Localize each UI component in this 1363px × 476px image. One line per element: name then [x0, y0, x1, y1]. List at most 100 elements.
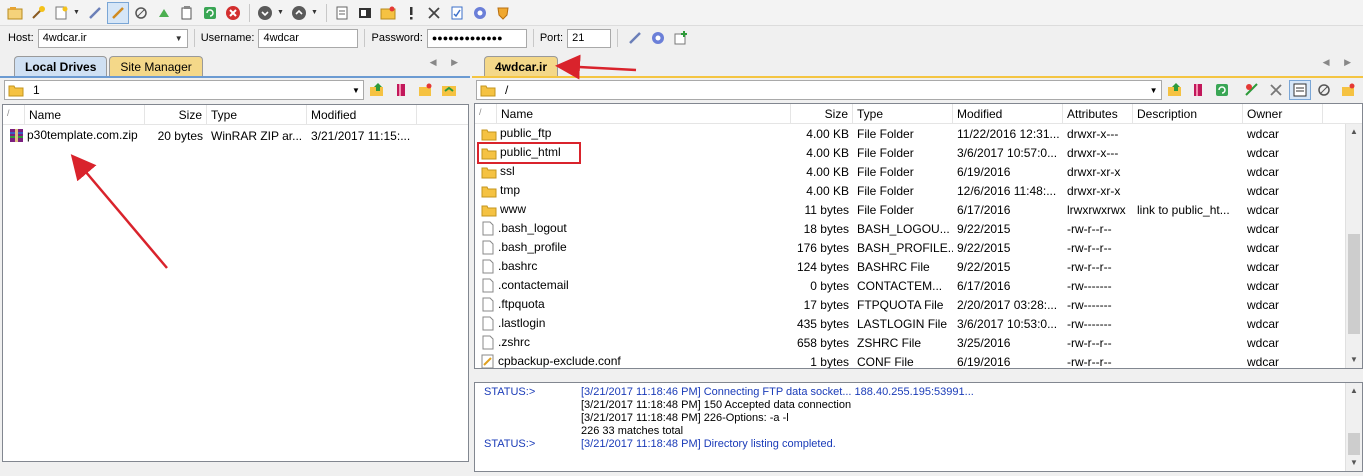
- new-folder-icon[interactable]: [414, 80, 436, 100]
- password-field[interactable]: ●●●●●●●●●●●●●: [426, 28, 527, 48]
- table-row[interactable]: ssl 4.00 KB File Folder 6/19/2016 drwxr-xr-x…: [475, 162, 1362, 181]
- remote-scrollbar[interactable]: ▲ ▼: [1345, 124, 1362, 368]
- column-header-size[interactable]: Size: [145, 105, 207, 124]
- column-header-size[interactable]: Size: [791, 104, 853, 123]
- chevron-down-icon[interactable]: ▼: [1147, 86, 1161, 95]
- table-row[interactable]: www 11 bytes File Folder 6/17/2016 lrwxrwxrw…: [475, 200, 1362, 219]
- column-header-modified[interactable]: Modified: [953, 104, 1063, 123]
- disconnect-icon[interactable]: [1313, 80, 1335, 100]
- column-header-modified[interactable]: Modified: [307, 105, 417, 124]
- log-scrollbar[interactable]: ▲ ▼: [1345, 383, 1362, 471]
- chevron-down-icon[interactable]: ▼: [277, 9, 285, 16]
- local-path-select[interactable]: 1 ▼: [4, 80, 364, 100]
- file-name: cpbackup-exclude.conf: [498, 353, 621, 368]
- table-row[interactable]: tmp 4.00 KB File Folder 12/6/2016 11:48:...…: [475, 181, 1362, 200]
- quick-connect-icon[interactable]: [624, 27, 646, 49]
- file-name-cell: cpbackup-exclude.conf: [475, 353, 791, 368]
- delete-icon[interactable]: [423, 2, 445, 24]
- file-owner: wdcar: [1247, 240, 1280, 255]
- refresh-tree-icon[interactable]: [153, 2, 175, 24]
- bookmark-icon[interactable]: [390, 80, 412, 100]
- column-header-description[interactable]: Description: [1133, 104, 1243, 123]
- host-field[interactable]: 4wdcar.ir ▼: [37, 28, 188, 48]
- chevron-down-icon[interactable]: ▼: [349, 86, 363, 95]
- file-name-cell: p30template.com.zip: [3, 128, 145, 143]
- scroll-up-icon[interactable]: ▲: [1346, 124, 1362, 140]
- table-row[interactable]: .bash_logout 18 bytes BASH_LOGOU... 9/22/20…: [475, 219, 1362, 238]
- shield-icon[interactable]: [492, 2, 514, 24]
- folder-icon: [481, 205, 497, 217]
- refresh-icon[interactable]: [199, 2, 221, 24]
- exclamation-icon[interactable]: [400, 2, 422, 24]
- properties-icon[interactable]: [446, 2, 468, 24]
- connect-active-icon[interactable]: [107, 1, 129, 24]
- stop-icon[interactable]: [222, 2, 244, 24]
- file-size: 658 bytes: [796, 335, 849, 350]
- table-row[interactable]: public_ftp 4.00 KB File Folder 11/22/2016 1…: [475, 124, 1362, 143]
- delete-icon[interactable]: [1265, 80, 1287, 100]
- wizard-icon[interactable]: [27, 2, 49, 24]
- tab-scroll-arrows[interactable]: ◀ ▶: [1323, 57, 1357, 68]
- file-name: .bash_logout: [498, 220, 567, 235]
- column-header-attributes[interactable]: Attributes: [1063, 104, 1133, 123]
- view-icon[interactable]: [354, 2, 376, 24]
- tab-scroll-arrows[interactable]: ◀ ▶: [430, 57, 464, 68]
- scroll-thumb[interactable]: [1348, 433, 1360, 455]
- column-header-name[interactable]: Name: [25, 105, 145, 124]
- tab-site-manager[interactable]: Site Manager: [109, 56, 203, 76]
- table-row[interactable]: .ftpquota 17 bytes FTPQUOTA File 2/20/2017 …: [475, 295, 1362, 314]
- sync-icon[interactable]: [438, 80, 460, 100]
- new-folder-icon[interactable]: [1337, 80, 1359, 100]
- sort-icon[interactable]: /: [475, 104, 497, 123]
- transfer-icon[interactable]: [1241, 80, 1263, 100]
- table-row[interactable]: .zshrc 658 bytes ZSHRC File 3/25/2016 -rw-r-…: [475, 333, 1362, 352]
- chevron-down-icon[interactable]: ▼: [311, 9, 319, 16]
- chevron-down-icon[interactable]: ▼: [73, 9, 81, 16]
- table-row[interactable]: .contactemail 0 bytes CONTACTEM... 6/17/201…: [475, 276, 1362, 295]
- file-modified: 3/6/2017 10:57:0...: [957, 145, 1058, 160]
- username-field[interactable]: 4wdcar: [258, 28, 359, 48]
- scroll-down-icon[interactable]: ▼: [1346, 455, 1362, 471]
- table-row[interactable]: .lastlogin 435 bytes LASTLOGIN File 3/6/201…: [475, 314, 1362, 333]
- settings-icon[interactable]: [647, 27, 669, 49]
- site-manager-icon[interactable]: [4, 2, 26, 24]
- table-row[interactable]: .bashrc 124 bytes BASHRC File 9/22/2015 -rw-…: [475, 257, 1362, 276]
- refresh-icon[interactable]: [1211, 80, 1233, 100]
- scroll-up-icon[interactable]: ▲: [1346, 383, 1362, 399]
- table-row[interactable]: cpbackup-exclude.conf 1 bytes CONF File 6/1…: [475, 352, 1362, 368]
- copy-icon[interactable]: [176, 2, 198, 24]
- column-header-name[interactable]: Name: [497, 104, 791, 123]
- details-view-icon[interactable]: [1289, 80, 1312, 100]
- scroll-thumb[interactable]: [1348, 234, 1360, 334]
- new-folder-icon[interactable]: [377, 2, 399, 24]
- chevron-down-icon[interactable]: ▼: [175, 34, 183, 43]
- list-item[interactable]: p30template.com.zip 20 bytes WinRAR ZIP …: [3, 126, 468, 145]
- file-owner: wdcar: [1247, 183, 1280, 198]
- download-icon[interactable]: [254, 2, 276, 24]
- upload-icon[interactable]: [288, 2, 310, 24]
- remote-path-select[interactable]: / ▼: [476, 80, 1162, 100]
- edit-icon[interactable]: [331, 2, 353, 24]
- column-header-type[interactable]: Type: [853, 104, 953, 123]
- add-site-icon[interactable]: [670, 27, 692, 49]
- table-row[interactable]: .bash_profile 176 bytes BASH_PROFILE... 9/2…: [475, 238, 1362, 257]
- up-folder-icon[interactable]: [1164, 80, 1186, 100]
- disconnect-icon[interactable]: [130, 2, 152, 24]
- new-document-icon[interactable]: [50, 2, 72, 24]
- connect-icon[interactable]: [84, 2, 106, 24]
- settings-icon[interactable]: [469, 2, 491, 24]
- file-name-cell: www: [475, 202, 791, 216]
- file-attributes: -rw-------: [1067, 297, 1112, 312]
- port-field[interactable]: 21: [567, 28, 612, 48]
- table-row[interactable]: public_html 4.00 KB File Folder 3/6/2017 10…: [475, 143, 1362, 162]
- scroll-down-icon[interactable]: ▼: [1346, 352, 1362, 368]
- divider: [193, 29, 195, 47]
- bookmark-icon[interactable]: [1188, 80, 1210, 100]
- file-size: 4.00 KB: [806, 126, 849, 141]
- up-folder-icon[interactable]: [366, 80, 388, 100]
- column-header-owner[interactable]: Owner: [1243, 104, 1323, 123]
- sort-icon[interactable]: /: [3, 105, 25, 124]
- column-header-type[interactable]: Type: [207, 105, 307, 124]
- tab-remote-site[interactable]: 4wdcar.ir: [484, 56, 559, 76]
- tab-local-drives[interactable]: Local Drives: [14, 56, 108, 76]
